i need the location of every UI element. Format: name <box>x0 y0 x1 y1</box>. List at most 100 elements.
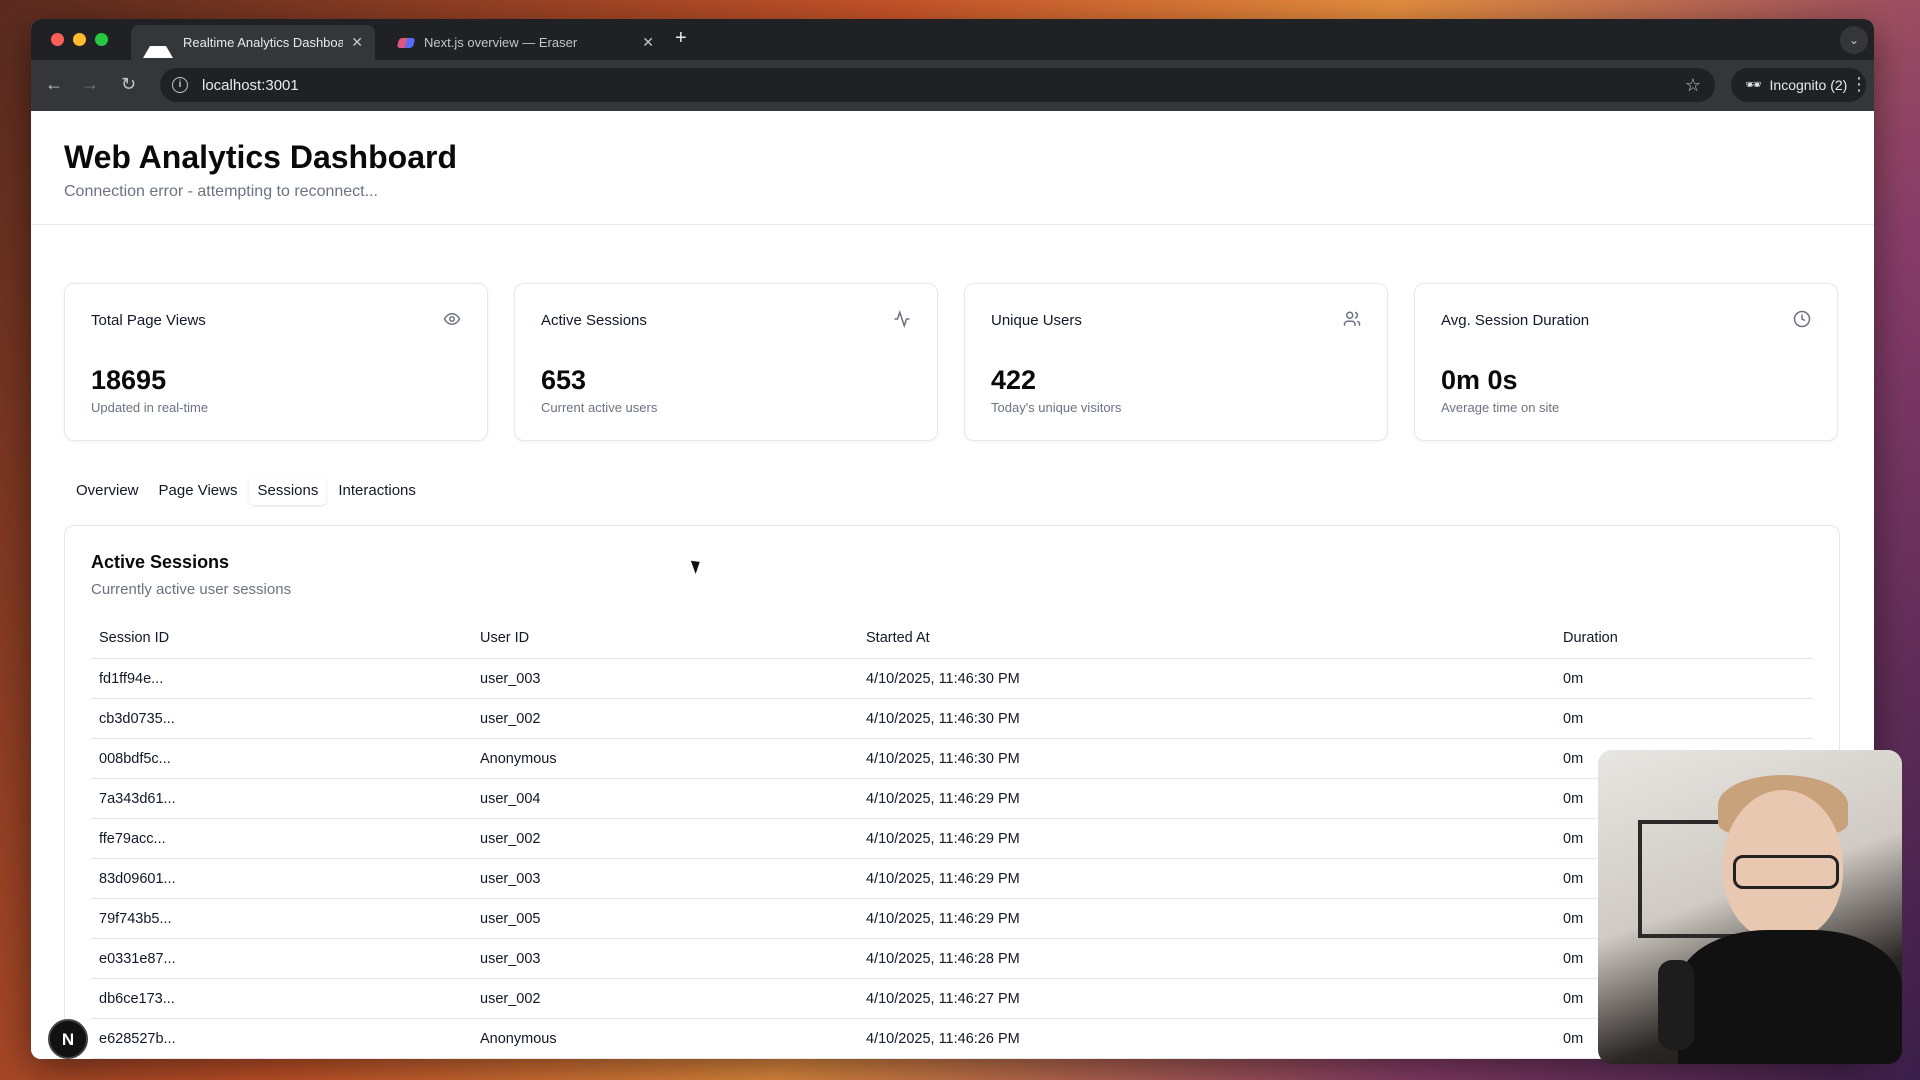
window-controls <box>51 33 108 46</box>
minimize-window-button[interactable] <box>73 33 86 46</box>
close-tab-icon[interactable]: ✕ <box>351 34 363 51</box>
stat-card-page-views: Total Page Views 18695 Updated in real-t… <box>64 283 488 441</box>
url-text[interactable]: localhost:3001 <box>202 77 299 94</box>
user-id-cell: Anonymous <box>472 1018 858 1059</box>
table-row: db6ce173... user_002 4/10/2025, 11:46:27 P… <box>91 978 1813 1019</box>
eye-icon <box>443 312 461 326</box>
tab-sessions[interactable]: Sessions <box>249 475 327 505</box>
duration-cell: 0m <box>1555 698 1813 739</box>
bookmark-star-icon[interactable]: ☆ <box>1685 75 1701 96</box>
started-at-cell: 4/10/2025, 11:46:27 PM <box>858 978 1555 1019</box>
duration-cell: 0m <box>1555 658 1813 699</box>
card-title: Avg. Session Duration <box>1441 312 1590 329</box>
card-value: 653 <box>541 365 587 395</box>
started-at-cell: 4/10/2025, 11:46:29 PM <box>858 818 1555 859</box>
session-id-cell: ffe79acc... <box>91 818 472 859</box>
browser-tab-analytics[interactable]: Realtime Analytics Dashboard ✕ <box>131 25 375 60</box>
back-arrow-icon[interactable]: ← <box>45 74 63 95</box>
tab-interactions[interactable]: Interactions <box>330 476 424 505</box>
card-caption: Average time on site <box>1441 400 1560 415</box>
panel-description: Currently active user sessions <box>91 581 292 598</box>
card-value: 18695 <box>91 365 167 395</box>
stat-card-unique-users: Unique Users 422 Today's unique visitors <box>964 283 1388 441</box>
session-id-cell: cb3d0735... <box>91 698 472 739</box>
dashboard-header: Web Analytics Dashboard Connection error… <box>31 111 1874 225</box>
card-caption: Current active users <box>541 400 658 415</box>
user-id-cell: user_003 <box>472 858 858 899</box>
sessions-table: Session ID User ID Started At Duration f… <box>91 630 1813 1059</box>
address-bar[interactable]: i localhost:3001 ☆ <box>160 68 1715 102</box>
users-icon <box>1343 311 1361 326</box>
table-row: 83d09601... user_003 4/10/2025, 11:46:29 P… <box>91 858 1813 899</box>
stats-cards: Total Page Views 18695 Updated in real-t… <box>64 283 1838 441</box>
browser-menu-icon[interactable]: ⋮ <box>1850 74 1868 95</box>
tab-overview[interactable]: Overview <box>68 476 147 505</box>
reload-icon[interactable]: ↻ <box>121 74 136 95</box>
active-sessions-panel: Active Sessions Currently active user se… <box>64 525 1840 1059</box>
user-id-cell: user_005 <box>472 898 858 939</box>
started-at-cell: 4/10/2025, 11:46:29 PM <box>858 778 1555 819</box>
page-title: Web Analytics Dashboard <box>64 139 457 175</box>
browser-toolbar: ← → ↻ i localhost:3001 ☆ 🕶 Incognito (2)… <box>31 60 1874 111</box>
incognito-label: Incognito (2) <box>1769 77 1848 93</box>
column-header-session-id: Session ID <box>91 630 472 659</box>
close-tab-icon[interactable]: ✕ <box>642 34 654 51</box>
vercel-favicon-icon <box>143 30 173 58</box>
forward-arrow-icon[interactable]: → <box>81 74 99 95</box>
table-row: 008bdf5c... Anonymous 4/10/2025, 11:46:30 … <box>91 738 1813 779</box>
started-at-cell: 4/10/2025, 11:46:29 PM <box>858 898 1555 939</box>
column-header-duration: Duration <box>1555 630 1813 659</box>
started-at-cell: 4/10/2025, 11:46:29 PM <box>858 858 1555 899</box>
started-at-cell: 4/10/2025, 11:46:30 PM <box>858 738 1555 779</box>
dashboard-tabs: Overview Page Views Sessions Interaction… <box>64 470 428 510</box>
column-header-started-at: Started At <box>858 630 1555 659</box>
nextjs-dev-indicator[interactable]: N <box>48 1019 88 1059</box>
site-info-icon[interactable]: i <box>172 77 188 93</box>
table-row: 79f743b5... user_005 4/10/2025, 11:46:29 P… <box>91 898 1813 939</box>
eraser-favicon-icon <box>396 37 416 48</box>
session-id-cell: 79f743b5... <box>91 898 472 939</box>
table-row: ffe79acc... user_002 4/10/2025, 11:46:29 P… <box>91 818 1813 859</box>
card-value: 422 <box>991 365 1037 395</box>
tab-page-views[interactable]: Page Views <box>151 476 246 505</box>
tab-title: Realtime Analytics Dashboard <box>183 35 344 50</box>
card-value: 0m 0s <box>1441 365 1518 395</box>
activity-icon <box>894 310 910 328</box>
started-at-cell: 4/10/2025, 11:46:28 PM <box>858 938 1555 979</box>
table-row: fd1ff94e... user_003 4/10/2025, 11:46:30 P… <box>91 658 1813 699</box>
clock-icon <box>1793 310 1811 328</box>
incognito-indicator[interactable]: 🕶 Incognito (2) <box>1731 68 1866 102</box>
table-row: 7a343d61... user_004 4/10/2025, 11:46:29 P… <box>91 778 1813 819</box>
webcam-body <box>1678 930 1902 1064</box>
user-id-cell: user_003 <box>472 938 858 979</box>
started-at-cell: 4/10/2025, 11:46:30 PM <box>858 658 1555 699</box>
incognito-icon: 🕶 <box>1745 77 1762 92</box>
webcam-overlay <box>1598 750 1902 1064</box>
table-row: e0331e87... user_003 4/10/2025, 11:46:28 P… <box>91 938 1813 979</box>
session-id-cell: db6ce173... <box>91 978 472 1019</box>
session-id-cell: e628527b... <box>91 1018 472 1059</box>
microphone-icon <box>1658 960 1694 1050</box>
session-id-cell: 008bdf5c... <box>91 738 472 779</box>
table-row: cb3d0735... user_002 4/10/2025, 11:46:30 P… <box>91 698 1813 739</box>
new-tab-icon[interactable]: + <box>675 27 687 50</box>
user-id-cell: user_002 <box>472 698 858 739</box>
tab-title: Next.js overview — Eraser <box>424 35 578 50</box>
maximize-window-button[interactable] <box>95 33 108 46</box>
session-id-cell: fd1ff94e... <box>91 658 472 699</box>
card-title: Active Sessions <box>541 312 647 329</box>
close-window-button[interactable] <box>51 33 64 46</box>
browser-tab-eraser[interactable]: Next.js overview — Eraser ✕ <box>386 25 666 60</box>
user-id-cell: user_002 <box>472 978 858 1019</box>
user-id-cell: user_004 <box>472 778 858 819</box>
user-id-cell: user_003 <box>472 658 858 699</box>
webcam-glasses <box>1733 855 1839 889</box>
table-header-row: Session ID User ID Started At Duration <box>91 630 1813 659</box>
column-header-user-id: User ID <box>472 630 858 659</box>
connection-status: Connection error - attempting to reconne… <box>64 183 378 200</box>
card-title: Unique Users <box>991 312 1082 329</box>
card-caption: Updated in real-time <box>91 400 209 415</box>
tab-search-chevron-icon[interactable]: ⌄ <box>1840 26 1868 54</box>
started-at-cell: 4/10/2025, 11:46:26 PM <box>858 1018 1555 1059</box>
started-at-cell: 4/10/2025, 11:46:30 PM <box>858 698 1555 739</box>
